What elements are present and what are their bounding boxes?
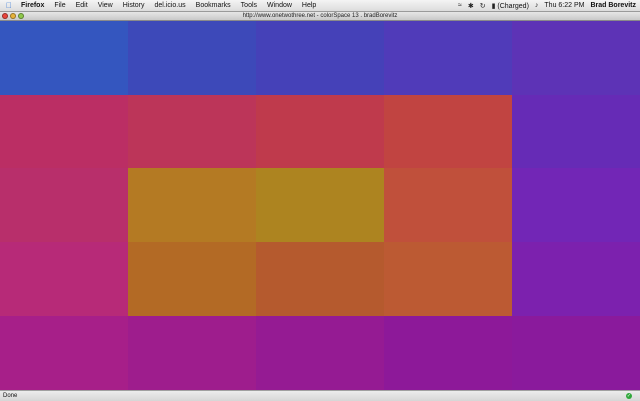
color-grid	[0, 21, 640, 390]
color-cell	[0, 316, 128, 390]
menu-delicious[interactable]: del.icio.us	[150, 0, 191, 11]
menu-extras: ≈ ✱ ↻ ▮ (Charged) ♪ Thu 6:22 PM Brad Bor…	[458, 0, 636, 11]
color-cell	[384, 242, 512, 316]
menu-app-firefox[interactable]: Firefox	[16, 0, 49, 11]
battery-status[interactable]: ▮ (Charged)	[492, 2, 529, 10]
menu-help[interactable]: Help	[297, 0, 321, 11]
color-cell	[0, 95, 128, 168]
menu-bookmarks[interactable]: Bookmarks	[191, 0, 236, 11]
apple-icon[interactable]: 	[2, 1, 16, 10]
menu-edit[interactable]: Edit	[71, 0, 93, 11]
color-cell	[256, 95, 384, 168]
color-cell	[128, 21, 256, 95]
color-cell	[512, 316, 640, 390]
color-cell	[384, 21, 512, 95]
color-cell	[256, 168, 384, 242]
color-cell	[384, 168, 512, 242]
battery-label: (Charged)	[497, 2, 529, 10]
color-cell	[0, 168, 128, 242]
menu-view[interactable]: View	[93, 0, 118, 11]
color-cell	[128, 316, 256, 390]
bluetooth-icon[interactable]: ✱	[468, 2, 474, 10]
status-bar: Done ✓	[0, 390, 640, 401]
color-cell	[128, 242, 256, 316]
sync-icon[interactable]: ↻	[480, 2, 486, 10]
menu-window[interactable]: Window	[262, 0, 297, 11]
color-cell	[256, 316, 384, 390]
menu-history[interactable]: History	[118, 0, 150, 11]
menu-file[interactable]: File	[49, 0, 70, 11]
volume-icon[interactable]: ♪	[535, 2, 539, 9]
menu-tools[interactable]: Tools	[236, 0, 262, 11]
menu-bar:  Firefox File Edit View History del.ici…	[0, 0, 640, 12]
color-cell	[512, 21, 640, 95]
color-cell	[256, 21, 384, 95]
color-cell	[256, 242, 384, 316]
check-icon[interactable]: ✓	[626, 393, 632, 399]
user-name[interactable]: Brad Borevitz	[590, 2, 636, 9]
color-cell	[512, 168, 640, 242]
color-cell	[384, 95, 512, 168]
color-cell	[0, 21, 128, 95]
color-cell	[384, 316, 512, 390]
battery-icon: ▮	[491, 2, 496, 10]
wifi-icon[interactable]: ≈	[458, 2, 462, 9]
color-cell	[128, 168, 256, 242]
window-title-bar[interactable]: http://www.onetwothree.net - colorSpace …	[0, 12, 640, 21]
window-title: http://www.onetwothree.net - colorSpace …	[242, 13, 398, 19]
color-cell	[0, 242, 128, 316]
color-cell	[128, 95, 256, 168]
color-cell	[512, 95, 640, 168]
color-cell	[512, 242, 640, 316]
clock[interactable]: Thu 6:22 PM	[544, 2, 584, 9]
